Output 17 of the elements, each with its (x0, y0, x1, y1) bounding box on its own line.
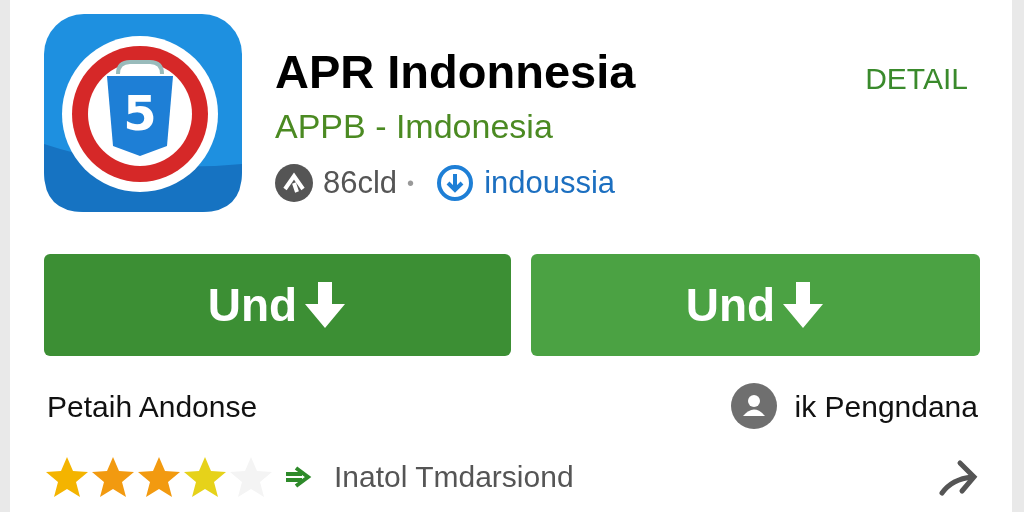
download-button[interactable]: Und (531, 254, 980, 356)
app-title: APR Indonnesia (275, 44, 636, 100)
tool-icon (275, 164, 313, 203)
source-link[interactable]: indoussia (484, 160, 616, 207)
app-icon: 5 (44, 14, 242, 212)
user-icon (730, 383, 777, 429)
detail-link[interactable]: DETAIL (865, 56, 968, 101)
down-arrow-icon (303, 280, 348, 330)
app-size: 86cld (323, 164, 398, 202)
user-name: ik Pengndana (794, 388, 978, 425)
developer-name: APPB - Imdonesia (275, 106, 554, 147)
download-button[interactable]: Und (44, 254, 511, 356)
info-text: Petaih Andonse (47, 388, 258, 425)
separator-dot: • (407, 171, 415, 197)
rating-text: Inatol Tmdarsiond (334, 459, 575, 495)
download-icon (436, 164, 475, 203)
down-arrow-icon (781, 280, 826, 330)
